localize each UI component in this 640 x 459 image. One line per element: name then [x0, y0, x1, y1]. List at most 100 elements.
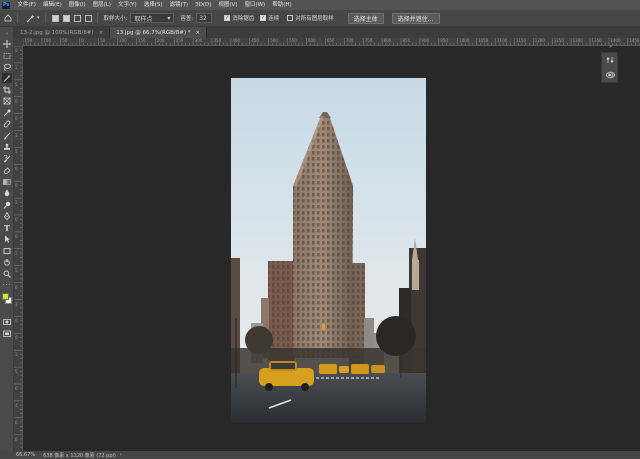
menu-bar: Ps 文件(F) 编辑(E) 图像(I) 图层(L) 文字(Y) 选择(S) 滤… [0, 0, 640, 10]
move-icon[interactable] [2, 39, 12, 49]
gradient-icon[interactable] [2, 177, 12, 187]
frame-icon[interactable] [2, 96, 12, 106]
ruler-label: 0 [15, 48, 18, 53]
intersect-selection-icon[interactable] [84, 14, 92, 22]
ruler-label: 1250 [553, 38, 564, 43]
ruler-label: 1 [15, 132, 18, 138]
ruler-label: 5 [15, 81, 18, 87]
antialias-label: 消除锯齿 [232, 16, 255, 22]
screen-mode-icon[interactable] [2, 329, 12, 339]
magic-wand-icon[interactable]: ▾ [26, 14, 40, 23]
color-swatch-icon[interactable] [2, 292, 12, 308]
sample-size-label: 取样大小: [103, 16, 128, 22]
ruler-label: 3 [15, 301, 18, 307]
zoom-level[interactable]: 66.67% [16, 452, 35, 458]
pen-icon[interactable] [2, 211, 12, 221]
rectangle-icon[interactable] [2, 246, 12, 256]
ruler-label: 0 [15, 284, 18, 290]
tolerance-input[interactable]: 32 [196, 13, 213, 23]
menu-view[interactable]: 视图(V) [215, 0, 241, 10]
hand-icon[interactable] [2, 257, 12, 267]
menu-type[interactable]: 文字(Y) [115, 0, 141, 10]
brush-icon[interactable] [2, 131, 12, 141]
all-layers-option[interactable]: 对所有图层取样 [287, 14, 334, 22]
ruler-label: 1300 [572, 38, 583, 43]
healing-brush-icon[interactable] [2, 119, 12, 129]
zoom-icon[interactable] [2, 269, 12, 279]
antialias-option[interactable]: ✓ 消除锯齿 [224, 14, 254, 22]
foreground-color-swatch[interactable] [2, 293, 9, 300]
document-size: 638 像素 x 1120 像素 (72 ppi) [43, 452, 116, 459]
document-tabs: 13-2.jpg @ 100%(RGB/8#) × 13.jpg @ 66.7%… [14, 27, 640, 38]
ruler-label: 0 [15, 98, 18, 104]
magic-wand-icon[interactable] [2, 73, 12, 83]
ruler-label: 800 [383, 38, 392, 43]
ruler-label: 5 [15, 369, 18, 375]
menu-file[interactable]: 文件(F) [14, 0, 39, 10]
document-image[interactable] [231, 78, 426, 423]
quick-mask-icon[interactable] [2, 317, 12, 327]
path-select-icon[interactable] [2, 234, 12, 244]
ruler-label: 450 [251, 38, 259, 43]
contiguous-checkbox[interactable]: ✓ [260, 15, 267, 21]
menu-image[interactable]: 图像(I) [65, 0, 89, 10]
ruler-label: 900 [421, 38, 430, 43]
tab-13-2[interactable]: 13-2.jpg @ 100%(RGB/8#) × [14, 27, 111, 38]
marquee-icon[interactable] [2, 51, 12, 61]
add-to-selection-icon[interactable] [62, 14, 70, 22]
contiguous-option[interactable]: ✓ 连续 [260, 14, 279, 22]
menu-window[interactable]: 窗口(W) [241, 0, 269, 10]
menu-filter[interactable]: 滤镜(T) [166, 0, 192, 10]
ruler-label: 2 [15, 200, 18, 206]
select-and-mask-button[interactable]: 选择并遮住... [391, 12, 440, 24]
ruler-label: 0 [15, 183, 18, 189]
ruler-label: 1050 [478, 38, 489, 43]
eyedropper-icon[interactable] [2, 108, 12, 118]
close-icon[interactable]: × [196, 30, 201, 36]
new-selection-icon[interactable] [51, 14, 59, 22]
all-layers-checkbox[interactable] [287, 15, 294, 21]
crop-icon[interactable] [2, 85, 12, 95]
panel-dock [601, 52, 618, 83]
photoshop-logo[interactable]: Ps [2, 1, 10, 9]
properties-icon[interactable] [606, 56, 614, 66]
menu-layer[interactable]: 图层(L) [89, 0, 114, 10]
select-subject-button[interactable]: 选择主体 [347, 12, 384, 24]
flatiron-building-photo [231, 78, 426, 423]
horizontal-ruler[interactable]: 150 100 50 0 50 100 150 200 250 300 350 400 450 500 55… [23, 38, 640, 46]
clone-stamp-icon[interactable] [2, 142, 12, 152]
ruler-label: 0 [15, 115, 18, 121]
ruler-label: 0 [15, 233, 18, 239]
menu-help[interactable]: 帮助(H) [269, 0, 295, 10]
ruler-origin[interactable] [14, 38, 23, 46]
history-brush-icon[interactable] [2, 154, 12, 164]
tab-13[interactable]: 13.jpg @ 66.7%(RGB/8#) * × [110, 27, 208, 38]
ruler-label: 750 [364, 38, 373, 43]
ruler-label: 200 [156, 38, 165, 43]
adjustments-icon[interactable] [606, 71, 615, 81]
sample-size-value: 取样点 [134, 15, 153, 23]
panel-collapse-icon[interactable]: » [609, 44, 612, 50]
menu-edit[interactable]: 编辑(E) [39, 0, 65, 10]
blur-icon[interactable] [2, 188, 12, 198]
ruler-label: 1350 [591, 38, 602, 43]
antialias-checkbox[interactable]: ✓ [224, 15, 231, 21]
status-menu-icon[interactable]: › [120, 452, 122, 458]
lasso-icon[interactable] [2, 62, 12, 72]
ruler-label: 0 [15, 419, 18, 425]
toolbar-collapse-icon[interactable]: » [2, 29, 12, 39]
home-icon[interactable] [4, 14, 12, 22]
ruler-label: 0 [15, 166, 18, 172]
sample-size-dropdown[interactable]: 取样点 ▾ [130, 13, 175, 23]
close-icon[interactable]: × [99, 30, 104, 36]
ruler-label: 1450 [629, 38, 640, 43]
ruler-label: 850 [402, 38, 411, 43]
menu-select[interactable]: 选择(S) [140, 0, 166, 10]
dodge-icon[interactable] [2, 200, 12, 210]
subtract-from-selection-icon[interactable] [73, 14, 81, 22]
more-tools-icon[interactable]: ··· [2, 280, 12, 290]
menu-3d[interactable]: 3D(D) [192, 0, 215, 10]
type-icon[interactable]: T [2, 223, 12, 233]
eraser-icon[interactable] [2, 165, 12, 175]
vertical-ruler[interactable]: 0 1 5 0 0 1 5 0 0 2 0 0 2 5 0 3 0 0 3 5 0 4 0 0 [14, 46, 23, 451]
